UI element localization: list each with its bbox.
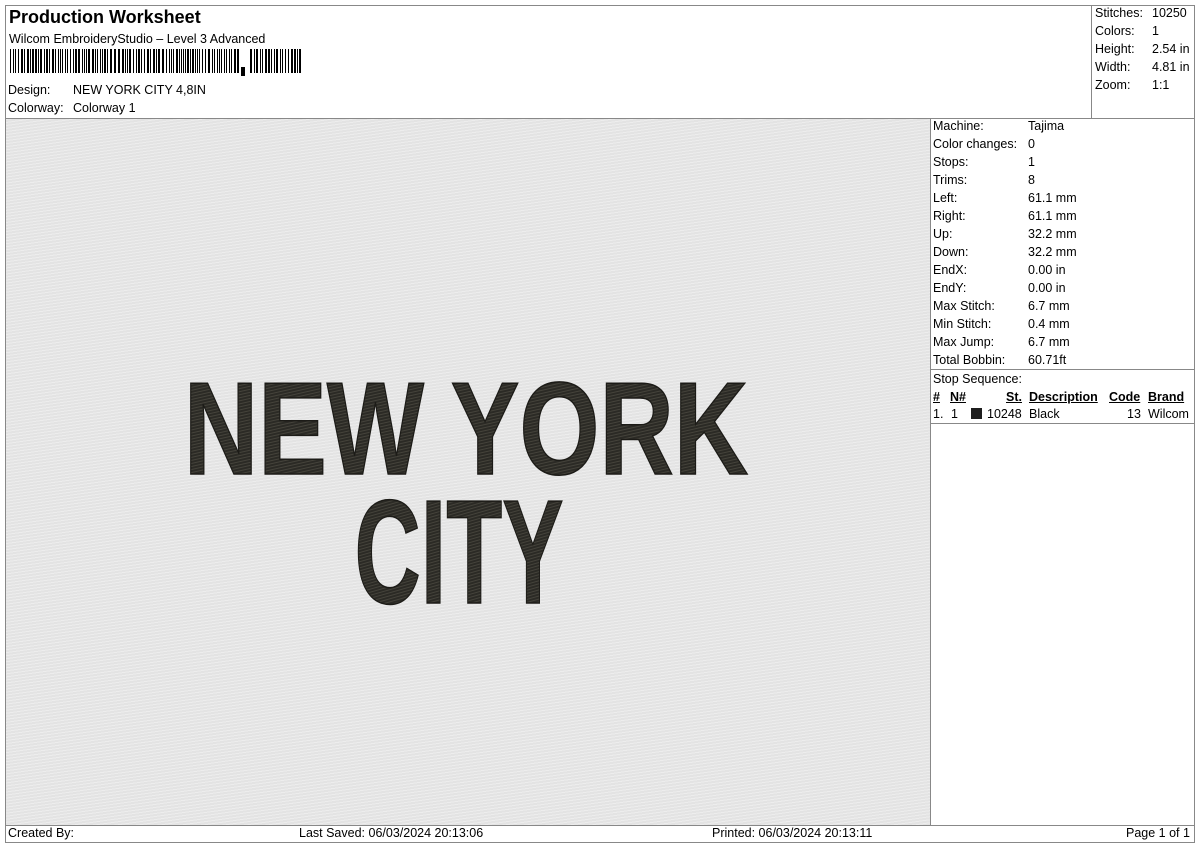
- last-saved: Last Saved: 06/03/2024 20:13:06: [299, 826, 484, 840]
- trims-value: 8: [1028, 173, 1035, 187]
- max-stitch-value: 6.7 mm: [1028, 299, 1070, 313]
- colorway-label: Colorway:: [8, 101, 64, 115]
- min-stitch-label: Min Stitch:: [933, 317, 992, 331]
- width-label: Width:: [1095, 60, 1131, 74]
- colors-value: 1: [1152, 24, 1159, 38]
- design-preview: NEW YORK CITY: [6, 119, 930, 825]
- stops-value: 1: [1028, 155, 1035, 169]
- design-label: Design:: [8, 83, 51, 97]
- trims-label: Trims:: [933, 173, 968, 187]
- endy-label: EndY:: [933, 281, 967, 295]
- height-value: 2.54 in: [1152, 42, 1190, 56]
- col-num-header: #: [933, 390, 940, 404]
- page-number: Page 1 of 1: [1126, 826, 1190, 840]
- machine-value: Tajima: [1028, 119, 1065, 133]
- left-label: Left:: [933, 191, 958, 205]
- embroidery-preview: NEW YORK CITY: [183, 355, 749, 636]
- min-stitch-value: 0.4 mm: [1028, 317, 1070, 331]
- row-brand: Wilcom: [1148, 407, 1189, 421]
- colorway-value: Colorway 1: [73, 101, 136, 115]
- total-bobbin-value: 60.71ft: [1028, 353, 1067, 367]
- color-changes-value: 0: [1028, 137, 1035, 151]
- left-value: 61.1 mm: [1028, 191, 1077, 205]
- max-stitch-label: Max Stitch:: [933, 299, 995, 313]
- total-bobbin-label: Total Bobbin:: [933, 353, 1006, 367]
- col-description-header: Description: [1029, 390, 1098, 404]
- up-label: Up:: [933, 227, 953, 241]
- worksheet-title: Production Worksheet: [9, 7, 201, 27]
- design-line2: CITY: [354, 471, 563, 636]
- col-brand-header: Brand: [1148, 390, 1185, 404]
- height-label: Height:: [1095, 42, 1135, 56]
- stops-label: Stops:: [933, 155, 969, 169]
- endx-value: 0.00 in: [1028, 263, 1066, 277]
- row-description: Black: [1029, 407, 1060, 421]
- stop-sequence-title: Stop Sequence:: [933, 372, 1022, 386]
- down-label: Down:: [933, 245, 969, 259]
- right-label: Right:: [933, 209, 966, 223]
- zoom-value: 1:1: [1152, 78, 1170, 92]
- footer-divider: [5, 825, 1195, 826]
- thread-color-swatch: [971, 408, 982, 419]
- row-code: 13: [1127, 407, 1141, 421]
- max-jump-value: 6.7 mm: [1028, 335, 1070, 349]
- col-st-header: St.: [1006, 390, 1022, 404]
- stitches-label: Stitches:: [1095, 6, 1143, 20]
- width-value: 4.81 in: [1152, 60, 1190, 74]
- row-num: 1.: [933, 407, 944, 421]
- printed-date: Printed: 06/03/2024 20:13:11: [712, 826, 873, 840]
- stop-sequence-divider: [930, 423, 1195, 424]
- down-value: 32.2 mm: [1028, 245, 1077, 259]
- barcode: [10, 49, 301, 76]
- zoom-label: Zoom:: [1095, 78, 1131, 92]
- col-code-header: Code: [1109, 390, 1141, 404]
- design-value: NEW YORK CITY 4,8IN: [73, 83, 206, 97]
- created-by: Created By:: [8, 826, 75, 840]
- stitches-value: 10250: [1152, 6, 1187, 20]
- right-value: 61.1 mm: [1028, 209, 1077, 223]
- colors-label: Colors:: [1095, 24, 1135, 38]
- row-stitches: 10248: [987, 407, 1022, 421]
- col-n-header: N#: [950, 390, 966, 404]
- software-name: Wilcom EmbroideryStudio – Level 3 Advanc…: [9, 32, 266, 46]
- panel-divider: [930, 118, 931, 825]
- color-changes-label: Color changes:: [933, 137, 1018, 151]
- row-n: 1: [951, 407, 958, 421]
- up-value: 32.2 mm: [1028, 227, 1077, 241]
- endy-value: 0.00 in: [1028, 281, 1066, 295]
- summary-divider: [1091, 5, 1092, 118]
- endx-label: EndX:: [933, 263, 968, 277]
- machine-label: Machine:: [933, 119, 984, 133]
- max-jump-label: Max Jump:: [933, 335, 995, 349]
